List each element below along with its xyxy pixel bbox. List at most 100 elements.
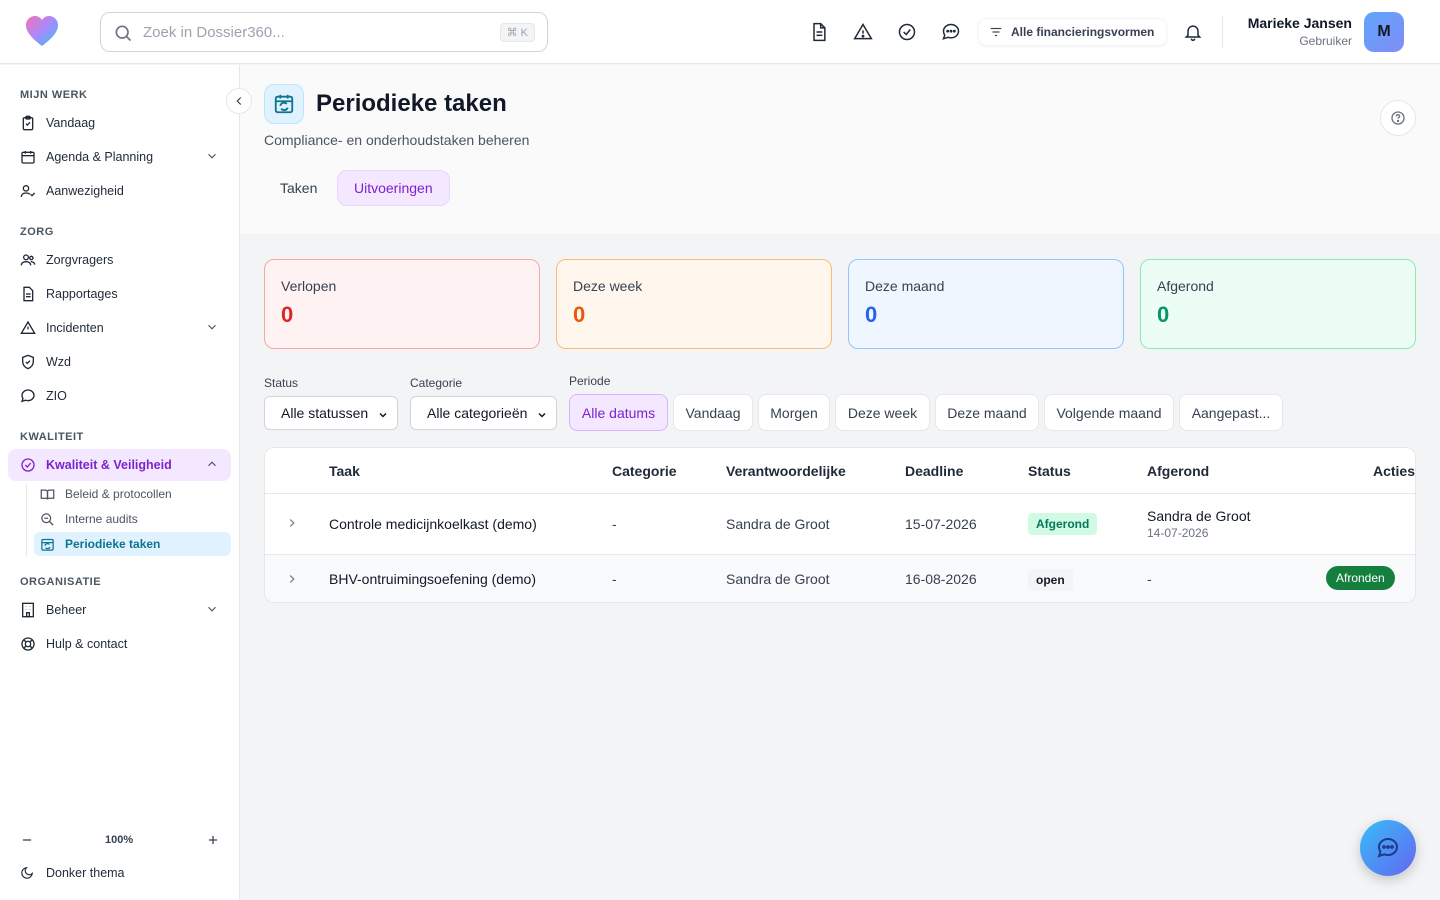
period-chip-aangepast[interactable]: Aangepast... [1179,394,1283,431]
chevron-down-icon [205,149,219,163]
lifebuoy-icon [20,636,36,652]
period-chip-morgen[interactable]: Morgen [758,394,830,431]
zoom-control: 100% [20,830,220,850]
search-icon [113,23,133,43]
section-title-kwaliteit: KWALITEIT [20,431,84,443]
sidebar-item-incidenten[interactable]: Incidenten [8,312,231,344]
finance-filter-button[interactable]: Alle financieringsvormen [978,18,1168,46]
expand-row-chevron-icon[interactable] [285,572,299,586]
sidebar-subitem-periodiek[interactable]: Periodieke taken [34,532,231,556]
row-owner: Sandra de Groot [726,516,830,532]
category-filter-label: Categorie [410,376,463,390]
section-title-mijn-werk: MIJN WERK [20,89,88,101]
sidebar-item-zorgvragers[interactable]: Zorgvragers [8,244,231,276]
sidebar-item-hulp[interactable]: Hulp & contact [8,628,231,660]
sidebar-item-wzd[interactable]: Wzd [8,346,231,378]
sidebar-item-vandaag[interactable]: Vandaag [8,107,231,139]
heart-logo-icon[interactable] [24,14,60,50]
sidebar-item-label: Vandaag [46,116,96,130]
chat-icon [1376,836,1400,860]
dark-theme-toggle[interactable]: Donker thema [20,866,125,880]
row-done-by: Sandra de Groot [1147,508,1251,524]
sidebar-item-label: Agenda & Planning [46,150,154,164]
chevron-left-icon [232,94,246,108]
chevron-down-icon [205,320,219,334]
warning-icon [20,320,36,336]
expand-row-chevron-icon[interactable] [285,516,299,530]
period-chip-vandaag[interactable]: Vandaag [673,394,753,431]
finance-filter-label: Alle financieringsvormen [1011,25,1155,39]
sidebar-item-zio[interactable]: ZIO [8,380,231,412]
column-header-verantwoordelijke[interactable]: Verantwoordelijke [726,463,846,479]
sidebar-subitem-audits[interactable]: Interne audits [34,507,231,531]
status-badge: open [1028,569,1073,591]
chat-icon[interactable] [941,22,961,42]
status-select[interactable]: Alle statussen [264,396,398,430]
row-task: Controle medicijnkoelkast (demo) [329,516,537,532]
zoom-out-button[interactable] [20,833,34,847]
sidebar-item-label: Rapportages [46,287,118,301]
warning-icon[interactable] [853,22,873,42]
sidebar-subitem-label: Periodieke taken [65,537,161,551]
document-icon[interactable] [809,22,829,42]
column-header-acties-label: Acties [1372,463,1415,479]
user-name: Marieke Jansen [1247,15,1352,31]
header-divider [1222,16,1223,48]
stat-value: 0 [1157,302,1170,327]
zoom-level: 100% [105,834,134,846]
category-select[interactable]: Alle categorieën [410,396,557,430]
row-done-by: - [1147,571,1152,587]
search-input[interactable]: Zoek in Dossier360... ⌘ K [100,12,548,52]
moon-icon [20,866,34,880]
building-icon [20,602,36,618]
sidebar-item-beheer[interactable]: Beheer [8,594,231,626]
stat-label: Deze maand [865,278,945,294]
sidebar-item-rapportages[interactable]: Rapportages [8,278,231,310]
users-icon [20,252,36,268]
zoom-in-button[interactable] [206,833,220,847]
stat-value: 0 [865,302,878,327]
shield-icon [20,354,36,370]
sidebar-item-label: Zorgvragers [46,253,114,267]
column-header-deadline[interactable]: Deadline [905,463,963,479]
help-button[interactable] [1380,100,1416,136]
executions-table: Taak Categorie Verantwoordelijke Deadlin… [264,447,1416,603]
period-chip-volgende-maand[interactable]: Volgende maand [1044,394,1174,431]
chevron-down-icon [205,602,219,616]
header-divider [265,493,1415,494]
column-header-taak[interactable]: Taak [329,463,360,479]
stat-card-deze-maand: Deze maand 0 [848,259,1124,349]
sidebar-subitem-label: Beleid & protocollen [65,487,172,501]
sidebar-subitem-label: Interne audits [65,512,138,526]
chat-fab-button[interactable] [1360,820,1416,876]
sidebar-item-label: Aanwezigheid [46,184,124,198]
stat-label: Deze week [573,278,643,294]
clipboard-icon [20,115,36,131]
tab-taken[interactable]: Taken [264,170,333,206]
sidebar-collapse-button[interactable] [226,88,252,114]
search-placeholder: Zoek in Dossier360... [143,24,285,41]
sidebar-item-label: Hulp & contact [46,637,128,651]
submenu-line [26,484,27,556]
stat-card-afgerond: Afgerond 0 [1140,259,1416,349]
column-header-afgerond[interactable]: Afgerond [1147,463,1209,479]
check-circle-icon[interactable] [897,22,917,42]
sidebar-subitem-beleid[interactable]: Beleid & protocollen [34,482,231,506]
sidebar-item-label: ZIO [46,389,67,403]
column-header-status[interactable]: Status [1028,463,1071,479]
sidebar-item-agenda[interactable]: Agenda & Planning [8,141,231,173]
sidebar-item-aanwezigheid[interactable]: Aanwezigheid [8,175,231,207]
period-chip-deze-week[interactable]: Deze week [835,394,930,431]
top-header: Zoek in Dossier360... ⌘ K Alle financier… [0,0,1440,64]
page-header: Periodieke taken Compliance- en onderhou… [240,65,1440,234]
search-zoom-icon [40,512,55,527]
tab-uitvoeringen[interactable]: Uitvoeringen [337,170,450,206]
column-header-categorie[interactable]: Categorie [612,463,677,479]
finish-button[interactable]: Afronden [1326,566,1395,590]
user-check-icon [20,183,36,199]
period-chip-alle-datums[interactable]: Alle datums [569,394,668,431]
sidebar-item-kwaliteit[interactable]: Kwaliteit & Veiligheid [8,449,231,481]
avatar[interactable]: M [1364,12,1404,52]
period-chip-deze-maand[interactable]: Deze maand [935,394,1039,431]
bell-icon[interactable] [1183,22,1203,42]
